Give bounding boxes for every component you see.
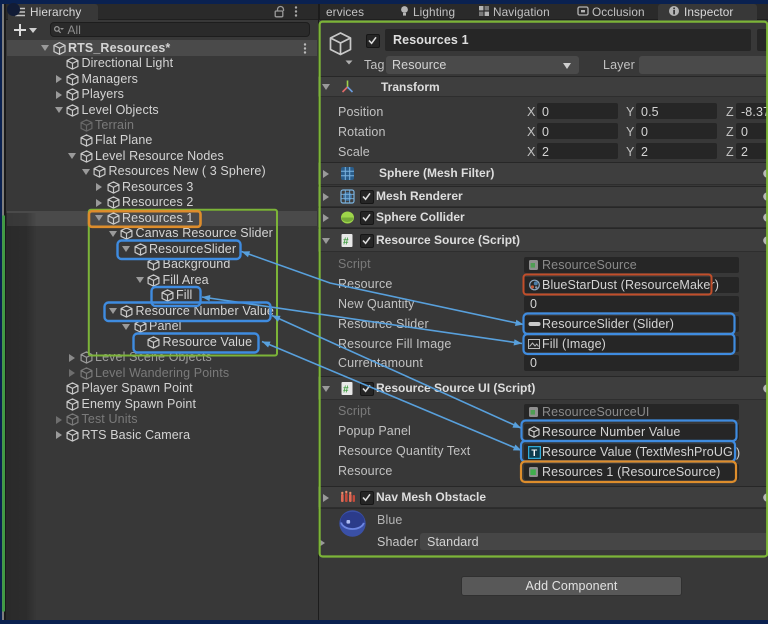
- svg-text:#: #: [343, 384, 349, 395]
- svg-text:#: #: [343, 236, 349, 247]
- svg-text:T: T: [531, 448, 537, 459]
